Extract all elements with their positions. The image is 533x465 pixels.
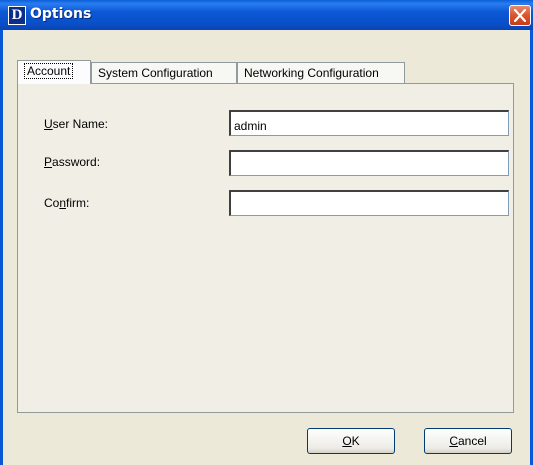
window-title: Options [30, 6, 92, 22]
account-tab-panel: User Name: Password: Confirm: [17, 83, 514, 413]
username-input[interactable] [229, 110, 509, 136]
tab-networking-configuration[interactable]: Networking Configuration [237, 62, 405, 83]
options-dialog: D Options Account System Configuration N… [0, 0, 533, 465]
window-border-left [0, 30, 3, 465]
title-bar[interactable]: D Options [0, 0, 533, 30]
password-label: Password: [44, 155, 101, 169]
cancel-button[interactable]: Cancel [424, 428, 512, 454]
dlink-app-icon: D [8, 6, 26, 25]
username-label: User Name: [44, 117, 109, 131]
ok-button[interactable]: OK [307, 428, 395, 454]
tab-system-configuration-label: System Configuration [98, 66, 213, 80]
tab-system-configuration[interactable]: System Configuration [91, 62, 237, 83]
confirm-password-input[interactable] [229, 190, 509, 216]
confirm-label: Confirm: [44, 196, 90, 210]
password-input[interactable] [229, 150, 509, 176]
tab-account-label: Account [24, 63, 74, 79]
tab-account[interactable]: Account [17, 60, 91, 84]
close-button[interactable] [509, 5, 531, 26]
close-icon [514, 9, 526, 22]
tab-networking-configuration-label: Networking Configuration [244, 66, 379, 80]
